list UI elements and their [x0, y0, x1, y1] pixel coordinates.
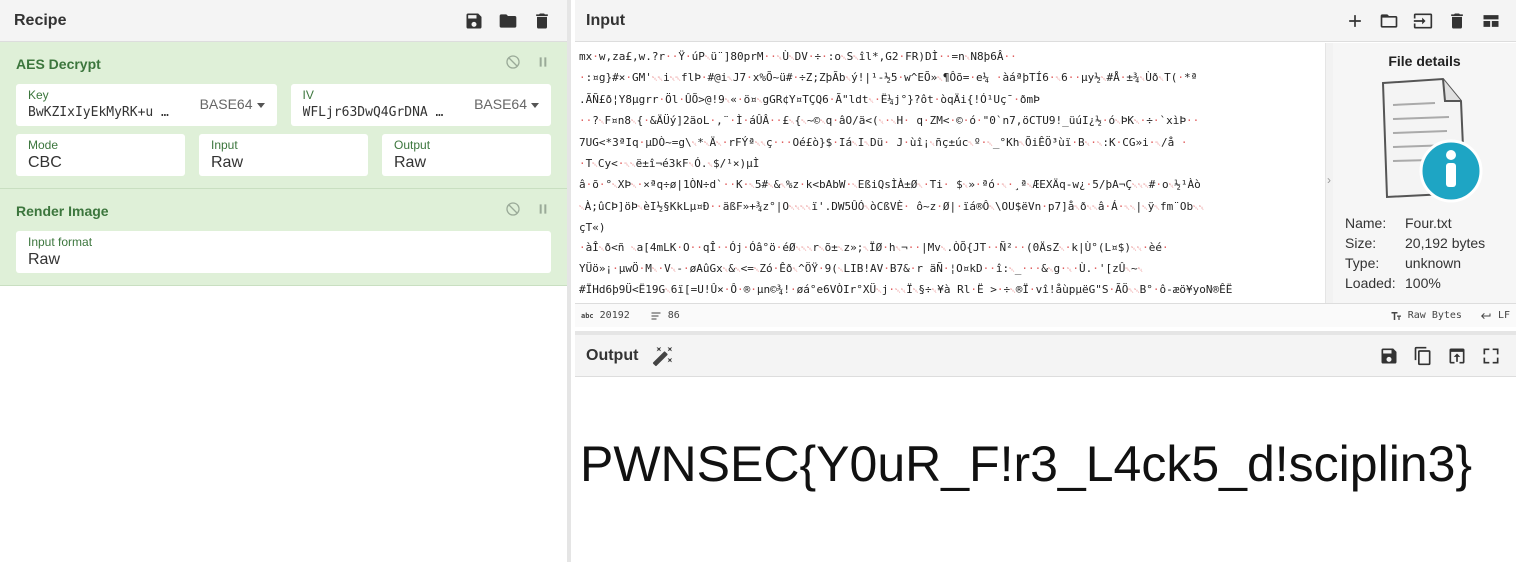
text-encoding-icon: [1391, 311, 1401, 320]
file-details-toggle-handle[interactable]: [1325, 43, 1333, 303]
file-loaded: 100%: [1405, 275, 1441, 291]
input-text-line: #ÏHd6þ9Ü<Ë19G␀6ï[=U!Û×·Ô·®·µn©¾!·øá°e6VÒ…: [579, 283, 1233, 297]
pause-operation-icon[interactable]: [535, 54, 551, 75]
clear-recipe-trash-icon[interactable]: [531, 10, 553, 32]
character-encoding-button[interactable]: Raw Bytes: [1390, 310, 1462, 322]
input-type-field[interactable]: Input Raw: [199, 134, 368, 176]
input-text-area[interactable]: mx·w,za£,w.?r··Ÿ·úP␀ü¨]80prM··␀Ù␀DV·÷·:o…: [575, 43, 1323, 303]
operation-title: Render Image: [16, 203, 109, 219]
input-text-line: ·:¤g}#×·GM'␀␀i␀␀flÞ·#@i␀J7·x%Õ~ü#·÷Z;ZþÃ…: [579, 71, 1198, 85]
input-text-line: ·T␀Cy<·␀␀ë±î¬é3kF␀Ó.␀$/¹×)µÌ: [579, 157, 760, 171]
magic-wand-icon[interactable]: [652, 345, 674, 367]
iv-encoding-dropdown[interactable]: BASE64: [474, 96, 539, 112]
output-title: Output: [586, 346, 639, 364]
file-loaded-row: Loaded: 100%: [1345, 275, 1441, 291]
mode-select[interactable]: CBC: [28, 152, 173, 174]
eol-sequence-button[interactable]: LF: [1480, 310, 1510, 322]
output-type-field[interactable]: Output Raw: [382, 134, 551, 176]
clear-input-trash-icon[interactable]: [1446, 10, 1468, 32]
input-type-label: Input: [211, 138, 238, 152]
input-text-line: .ÃÑ£ð¦Y8µgrr·Öl·ÛÕ>@!9␀«·ö¤␀gGR¢Y¤TÇQ6·Ã…: [579, 92, 1040, 106]
input-text-line: YÜö»¡·µwÖ·M␀·V␀-·øAûGx␀&␀<=␀Zó·Êð␀^ÖŸ·9(…: [579, 262, 1144, 276]
add-input-tab-plus-icon[interactable]: [1344, 10, 1366, 32]
lines-icon: [651, 312, 661, 319]
input-text-line: mx·w,za£,w.?r··Ÿ·úP␀ü¨]80prM··␀Ù␀DV·÷·:o…: [579, 50, 1017, 63]
recipe-title: Recipe: [14, 11, 67, 29]
file-name-row: Name: Four.txt: [1345, 215, 1452, 231]
file-type-row: Type: unknown: [1345, 255, 1462, 271]
file-details-title: File details: [1388, 53, 1461, 69]
output-pane: Output PWNSEC{Y0uR_F!r3_L4ck5_d!sciplin3…: [575, 331, 1516, 562]
replace-input-with-output-icon[interactable]: [1446, 345, 1468, 367]
file-info-icon: [1365, 75, 1485, 205]
output-text[interactable]: PWNSEC{Y0uR_F!r3_L4ck5_d!sciplin3}: [580, 435, 1472, 493]
file-size: 20,192 bytes: [1405, 235, 1486, 251]
output-type-label: Output: [394, 138, 431, 152]
file-type: unknown: [1405, 255, 1462, 271]
file-size-row: Size: 20,192 bytes: [1345, 235, 1486, 251]
save-output-icon[interactable]: [1378, 345, 1400, 367]
input-format-select[interactable]: Raw: [28, 249, 539, 271]
mode-field[interactable]: Mode CBC: [16, 134, 185, 176]
copy-output-icon[interactable]: [1412, 345, 1434, 367]
file-name: Four.txt: [1405, 215, 1452, 231]
disable-operation-icon[interactable]: [505, 54, 521, 75]
open-file-input-icon[interactable]: [1412, 10, 1434, 32]
input-lines-stat: 86: [650, 310, 680, 322]
input-text-line: ␀À;ûCÞ]öÞ␀èI½§KkLµ¤Ð··äßF»+¾z°|O␀␀␀␀ï'.D…: [579, 199, 1205, 213]
length-abc-icon: abc: [581, 311, 594, 320]
input-text-line: â·õ·°␀XÞ␀·×ªq÷ø|1ÒN÷d`··K·␀5#␀&␀%z·k<bAb…: [579, 178, 1201, 192]
input-text-line: ··?␀F¤n8␀{·&ÄÜý]2äoL·,¨·Ì·áÛÂ··£␀{␀~©␀q·…: [579, 114, 1200, 128]
operation-title: AES Decrypt: [16, 56, 101, 72]
input-format-field[interactable]: Input format Raw: [16, 231, 551, 273]
return-arrow-icon: [1480, 312, 1491, 319]
input-text-line: 7UG<*3ªIq·µDÒ~=g\␀*␀Ä␀·rFÝª␀␀ç···Oé£ò}$·…: [579, 135, 1188, 149]
file-details-panel: File details Name: Four.txt Size: 20,192 b…: [1333, 43, 1516, 303]
key-encoding-dropdown[interactable]: BASE64: [200, 96, 265, 112]
output-header: Output: [575, 335, 1516, 377]
input-length-stat: abc 20192: [581, 310, 630, 321]
iv-field[interactable]: IV WFLjr63DwQ4GrDNA … BASE64: [290, 84, 551, 126]
input-title: Input: [586, 11, 626, 29]
disable-operation-icon[interactable]: [505, 201, 521, 222]
recipe-header: Recipe: [0, 0, 567, 42]
reset-layout-icon[interactable]: [1480, 10, 1502, 32]
input-text-line: çT«): [579, 221, 606, 235]
maximise-output-icon[interactable]: [1480, 345, 1502, 367]
input-pane: Input mx·w,za£,w.?r··Ÿ·úP␀ü¨]80prM··␀Ù␀D…: [575, 0, 1516, 330]
operation-aes-decrypt: AES Decrypt Key BwKZIxIyEkMyRK+u … BASE6…: [0, 42, 567, 189]
input-format-label: Input format: [28, 235, 93, 249]
save-recipe-icon[interactable]: [463, 10, 485, 32]
mode-label: Mode: [28, 138, 59, 152]
load-recipe-folder-icon[interactable]: [497, 10, 519, 32]
input-status-bar: abc 20192 86 Raw Bytes LF: [575, 303, 1516, 327]
input-type-select[interactable]: Raw: [211, 152, 356, 174]
output-type-select[interactable]: Raw: [394, 152, 539, 174]
input-text-line: ·àÎ␀ð<ñ ␀a[4mLK·O··qÎ··Ój·Óâ°ö·éØ␀␀␀r␀õ±…: [579, 240, 1169, 254]
pause-operation-icon[interactable]: [535, 201, 551, 222]
recipe-pane: Recipe AES Decrypt Key BwKZIxIyEkMyRK+u …: [0, 0, 571, 562]
open-folder-icon[interactable]: [1378, 10, 1400, 32]
operation-render-image: Render Image Input format Raw: [0, 189, 567, 286]
key-field[interactable]: Key BwKZIxIyEkMyRK+u … BASE64: [16, 84, 277, 126]
input-header: Input: [575, 0, 1516, 42]
